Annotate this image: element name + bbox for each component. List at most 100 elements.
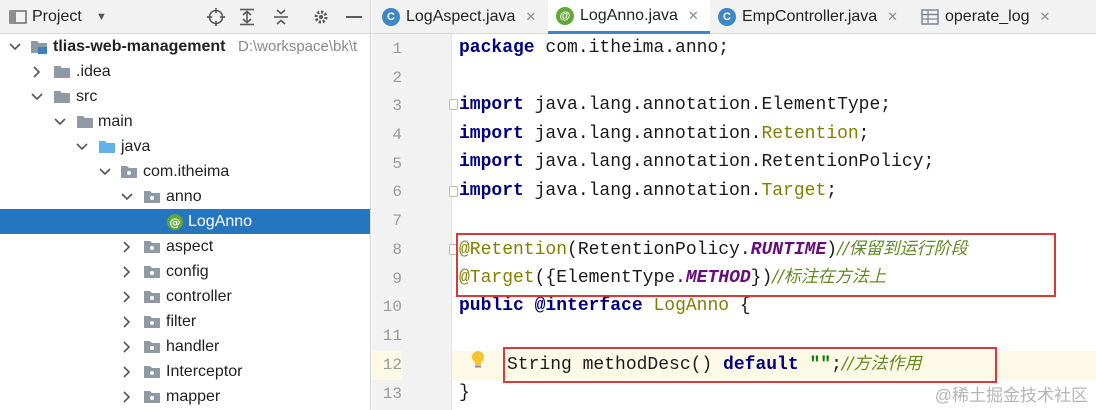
chevron-right-icon[interactable]	[120, 334, 134, 359]
code-line-5: import java.lang.annotation.RetentionPol…	[459, 152, 935, 172]
locate-icon[interactable]	[205, 0, 227, 34]
tree-item-idea[interactable]: .idea	[0, 59, 370, 84]
close-icon[interactable]: ✕	[887, 9, 898, 25]
tree-item-label: src	[76, 88, 98, 105]
package-icon	[143, 388, 161, 405]
tree-item-label: anno	[166, 188, 202, 205]
chevron-down-icon[interactable]	[75, 134, 89, 159]
tab-empcontroller[interactable]: C EmpController.java ✕	[718, 0, 914, 34]
package-icon	[120, 163, 138, 180]
folder-icon	[53, 88, 71, 105]
package-icon	[143, 238, 161, 255]
annotation-icon: @	[166, 213, 184, 230]
line-number: 2	[392, 69, 402, 87]
line-number: 11	[382, 327, 402, 345]
tree-item-anno[interactable]: anno	[0, 184, 370, 209]
close-icon[interactable]: ✕	[688, 8, 699, 24]
tree-item-label: tlias-web-management	[53, 38, 226, 55]
tree-item-mapper[interactable]: mapper	[0, 384, 370, 409]
fold-marker-icon[interactable]	[449, 99, 458, 110]
project-view-icon	[9, 0, 27, 34]
chevron-right-icon[interactable]	[120, 384, 134, 409]
chevron-down-icon[interactable]	[30, 84, 44, 109]
chevron-right-icon[interactable]	[30, 59, 44, 84]
project-panel: Project ▼ tlias-web-management D:\worksp…	[0, 0, 371, 410]
tab-loganno[interactable]: @ LogAnno.java ✕	[548, 0, 710, 34]
line-number: 8	[392, 241, 402, 259]
watermark: @稀土掘金技术社区	[934, 386, 1088, 405]
tree-item-java[interactable]: java	[0, 134, 370, 159]
source-folder-icon	[98, 138, 116, 155]
chevron-down-icon[interactable]	[98, 159, 112, 184]
chevron-right-icon[interactable]	[120, 234, 134, 259]
tree-item-label: LogAnno	[188, 213, 253, 230]
class-icon: C	[718, 8, 736, 26]
minimize-icon[interactable]	[343, 0, 365, 34]
chevron-right-icon[interactable]	[120, 359, 134, 384]
expand-all-icon[interactable]	[236, 0, 258, 34]
code-editor: C LogAspect.java ✕ @ LogAnno.java ✕ C Em…	[372, 0, 1096, 410]
line-number: 7	[392, 212, 402, 230]
table-icon	[921, 9, 939, 25]
chevron-down-icon[interactable]	[53, 109, 67, 134]
tab-label: operate_log	[945, 8, 1030, 25]
tab-label: LogAnno.java	[580, 6, 678, 24]
chevron-down-icon[interactable]	[120, 184, 134, 209]
lightbulb-icon[interactable]	[470, 350, 486, 370]
tree-item-com-itheima[interactable]: com.itheima	[0, 159, 370, 184]
chevron-right-icon[interactable]	[120, 284, 134, 309]
gear-icon[interactable]	[310, 0, 332, 34]
package-icon	[143, 313, 161, 330]
folder-icon	[76, 113, 94, 130]
tree-item-filter[interactable]: filter	[0, 309, 370, 334]
tree-item-handler[interactable]: handler	[0, 334, 370, 359]
line-number: 3	[392, 97, 402, 115]
tree-item-label: mapper	[166, 388, 221, 405]
tree-item-label: aspect	[166, 238, 214, 255]
line-number: 13	[382, 385, 402, 403]
code-line-1: package com.itheima.anno;	[459, 38, 730, 58]
tree-item-src[interactable]: src	[0, 84, 370, 109]
tab-operate-log[interactable]: operate_log ✕	[921, 0, 1091, 34]
package-icon	[143, 188, 161, 205]
tree-item-label: config	[166, 263, 209, 280]
tree-item-config[interactable]: config	[0, 259, 370, 284]
close-icon[interactable]: ✕	[525, 9, 536, 25]
tree-item-label: java	[121, 138, 151, 155]
folder-icon	[53, 63, 71, 80]
tree-item-label: Interceptor	[166, 363, 243, 380]
fold-marker-icon[interactable]	[449, 186, 458, 197]
line-number: 5	[392, 155, 402, 173]
package-icon	[143, 363, 161, 380]
code-line-3: import java.lang.annotation.ElementType;	[459, 95, 892, 115]
tree-item-main[interactable]: main	[0, 109, 370, 134]
tree-item-loganno[interactable]: @ LogAnno	[0, 209, 370, 234]
tree-item-module[interactable]: tlias-web-management D:\workspace\bk\t	[0, 34, 370, 59]
tab-label: LogAspect.java	[406, 8, 516, 25]
line-number: 10	[382, 298, 402, 316]
tree-item-label: filter	[166, 313, 197, 330]
chevron-right-icon[interactable]	[120, 309, 134, 334]
chevron-right-icon[interactable]	[120, 259, 134, 284]
caret-down-icon[interactable]: ▼	[96, 0, 107, 34]
editor-tab-bar: C LogAspect.java ✕ @ LogAnno.java ✕ C Em…	[372, 0, 1096, 34]
tree-item-label: handler	[166, 338, 220, 355]
code-line-6: import java.lang.annotation.Target;	[459, 181, 838, 201]
close-icon[interactable]: ✕	[1040, 9, 1051, 25]
code-line-13: }	[459, 383, 470, 403]
code-line-4: import java.lang.annotation.Retention;	[459, 124, 870, 144]
collapse-all-icon[interactable]	[270, 0, 292, 34]
tab-logaspect[interactable]: C LogAspect.java ✕	[382, 0, 546, 34]
line-number: 12	[372, 351, 402, 380]
tree-item-label: com.itheima	[143, 163, 230, 180]
tab-label: EmpController.java	[742, 8, 878, 25]
tree-item-label: controller	[166, 288, 232, 305]
module-folder-icon	[30, 38, 48, 55]
project-view-title[interactable]: Project	[32, 0, 82, 34]
tree-item-aspect[interactable]: aspect	[0, 234, 370, 259]
tree-item-controller[interactable]: controller	[0, 284, 370, 309]
package-icon	[143, 263, 161, 280]
line-number: 4	[392, 126, 402, 144]
chevron-down-icon[interactable]	[8, 34, 22, 59]
tree-item-interceptor[interactable]: Interceptor	[0, 359, 370, 384]
